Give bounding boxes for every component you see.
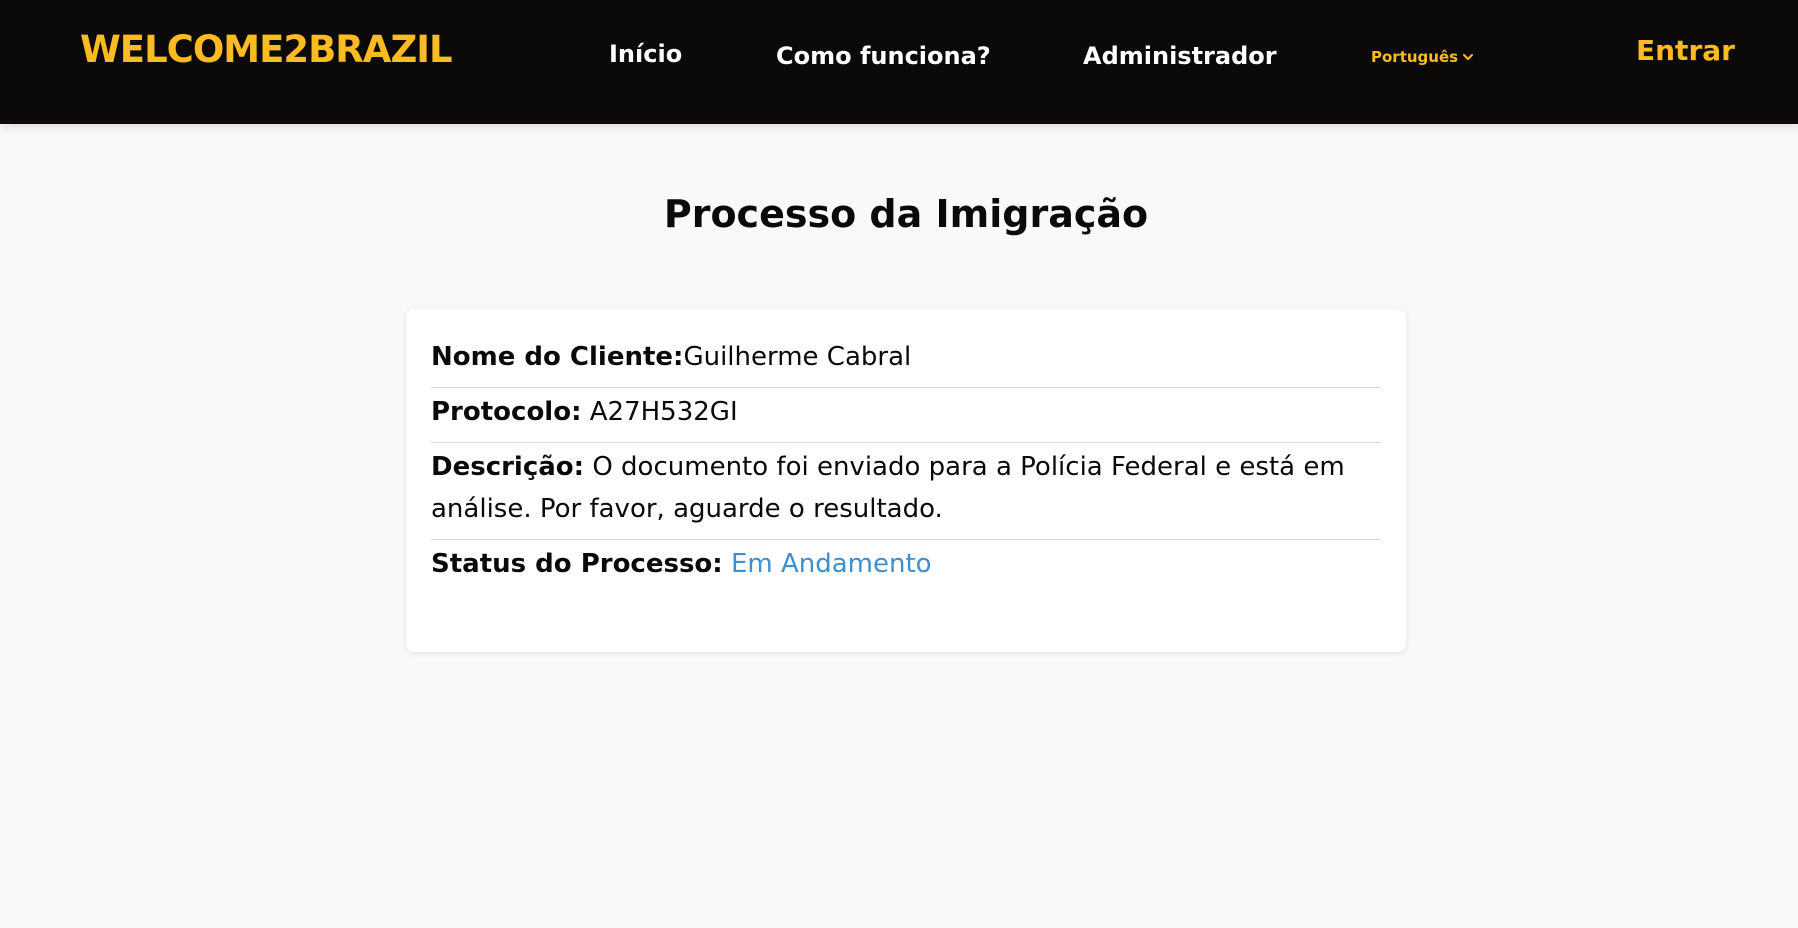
nav-link-inicio[interactable]: Início	[609, 40, 682, 68]
nav-link-como-funciona[interactable]: Como funciona?	[776, 42, 991, 70]
protocol-label: Protocolo:	[431, 397, 582, 427]
login-button[interactable]: Entrar	[1636, 34, 1735, 67]
process-details-card: Nome do Cliente:Guilherme Cabral Protoco…	[406, 309, 1406, 652]
language-selector-label: Português	[1371, 48, 1459, 66]
client-name-row: Nome do Cliente:Guilherme Cabral	[431, 333, 1381, 388]
protocol-row: Protocolo: A27H532GI	[431, 388, 1381, 443]
top-navbar: WELCOME2BRAZIL Início Como funciona? Adm…	[0, 0, 1798, 124]
brand-logo[interactable]: WELCOME2BRAZIL	[80, 28, 453, 71]
description-label: Descrição:	[431, 452, 585, 482]
language-selector[interactable]: Português	[1371, 48, 1474, 66]
description-row: Descrição: O documento foi enviado para …	[431, 443, 1381, 540]
nav-link-administrador[interactable]: Administrador	[1083, 42, 1277, 70]
status-badge: Em Andamento	[730, 549, 932, 579]
protocol-value: A27H532GI	[589, 397, 738, 427]
client-name-label: Nome do Cliente:	[431, 342, 684, 372]
status-label: Status do Processo:	[431, 549, 723, 579]
client-name-value: Guilherme Cabral	[683, 342, 912, 372]
chevron-down-icon	[1463, 54, 1474, 60]
page-title: Processo da Imigração	[663, 192, 1149, 236]
status-row: Status do Processo: Em Andamento	[431, 540, 1381, 594]
